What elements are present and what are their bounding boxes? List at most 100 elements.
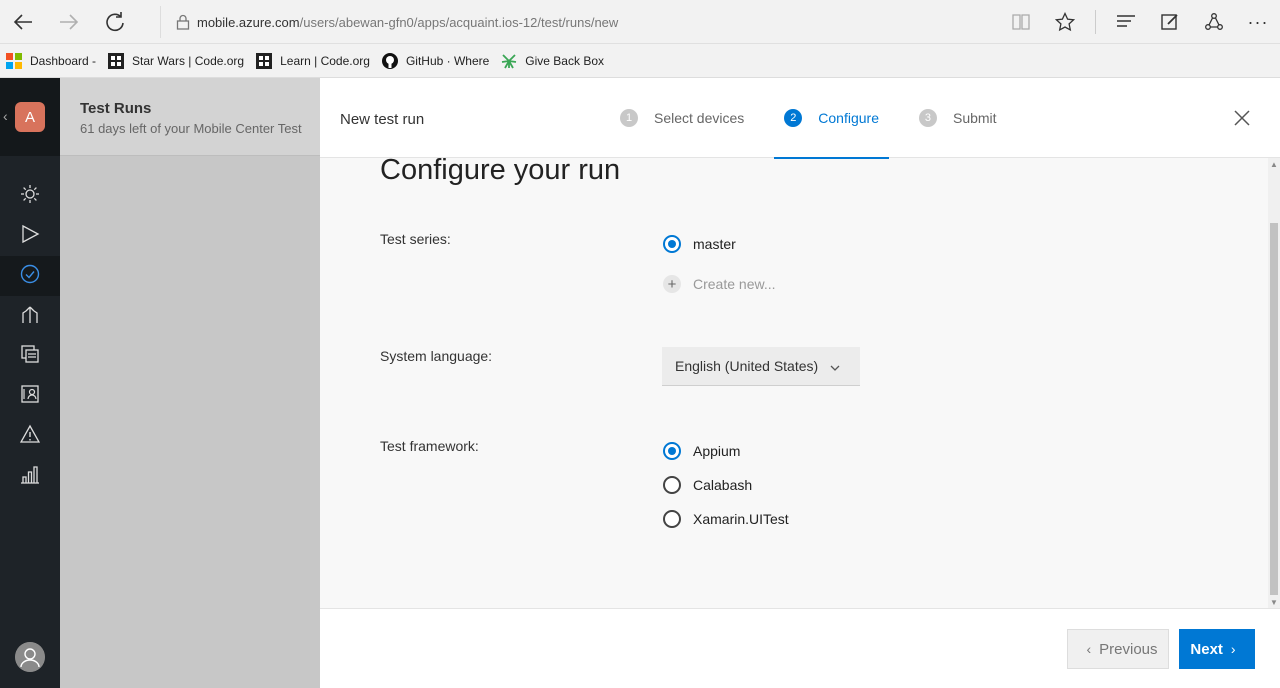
sun-icon [20,184,40,209]
modal-content: Configure your run Test series: master +… [320,158,1268,608]
web-note-icon[interactable] [1148,0,1192,44]
app-avatar[interactable]: A [15,102,45,132]
favorite-star-icon[interactable] [1043,0,1087,44]
favorite-label: Dashboard - [30,53,97,68]
radio-button[interactable] [663,510,681,528]
favorite-star-wars[interactable]: Star Wars | Code.org [108,52,245,69]
scrollbar-thumb[interactable] [1270,223,1278,595]
address-bar[interactable]: mobile.azure.com/users/abewan-gfn0/apps/… [160,6,1020,38]
test-framework-label: Test framework: [380,438,479,454]
check-circle-icon [20,264,40,289]
forward-arrow-icon[interactable] [46,0,92,44]
step-configure[interactable]: 2 Configure [774,78,889,159]
codeorg-icon [256,52,273,69]
favorite-label: Learn | Code.org [280,53,370,68]
bar-chart-icon [20,464,40,489]
reading-view-icon[interactable] [999,0,1043,44]
favorite-learn[interactable]: Learn | Code.org [256,52,370,69]
browser-toolbar: mobile.azure.com/users/abewan-gfn0/apps/… [0,0,1280,44]
share-icon[interactable] [1192,0,1236,44]
nav-identity[interactable] [0,376,60,416]
nav-crashes[interactable] [0,416,60,456]
step-label: Configure [818,110,879,126]
step-submit[interactable]: 3 Submit [909,78,1007,158]
step-number: 2 [784,109,803,127]
chevron-left-icon[interactable]: ‹ [3,108,8,124]
radio-label: Calabash [693,477,753,493]
step-label: Select devices [654,110,745,126]
giveback-icon [501,53,517,69]
radio-xamarin-uitest[interactable]: Xamarin.UITest [663,510,789,528]
nav-distribute[interactable] [0,296,60,336]
modal-title: New test run [340,111,425,128]
modal-footer: ‹ Previous Next › [320,608,1280,688]
user-avatar[interactable] [15,642,45,672]
system-language-select[interactable]: English (United States) [662,347,860,386]
toolbar-separator [1095,10,1096,34]
chevron-left-icon: ‹ [1086,641,1092,657]
refresh-icon[interactable] [92,0,138,44]
url-path: /users/abewan-gfn0/apps/acquaint.ios-12/… [299,14,619,30]
radio-label: master [693,236,736,252]
radio-label: Appium [693,443,741,459]
page-subtitle: 61 days left of your Mobile Center Test [80,121,302,136]
github-icon [381,52,398,69]
radio-appium[interactable]: Appium [663,442,740,460]
wizard-steps: 1 Select devices 2 Configure 3 Submit [610,78,1007,159]
play-icon [20,224,40,249]
app-header: ‹ A [0,78,60,156]
nav-build[interactable] [0,216,60,256]
back-arrow-icon[interactable] [0,0,46,44]
radio-label: Xamarin.UITest [693,511,789,527]
nav-test[interactable] [0,256,60,296]
radio-button[interactable] [663,476,681,494]
radio-calabash[interactable]: Calabash [663,476,752,494]
next-label: Next [1190,640,1223,658]
radio-button[interactable] [663,235,681,253]
hub-icon[interactable] [1104,0,1148,44]
previous-label: Previous [1099,640,1158,658]
windows-logo-icon [6,52,22,69]
nav-crashes-reports[interactable] [0,336,60,376]
step-select-devices[interactable]: 1 Select devices [610,78,754,158]
codeorg-icon [108,52,125,69]
configure-heading: Configure your run [380,158,621,186]
favorite-label: Star Wars | Code.org [132,53,245,68]
favorite-label: GitHub · Where [405,53,490,68]
favorite-github[interactable]: GitHub · Where [381,52,490,69]
close-icon[interactable] [1232,108,1252,128]
favorite-label: Give Back Box [525,53,604,68]
page-title: Test Runs [80,100,152,117]
create-new-series[interactable]: + Create new... [663,275,776,293]
content-scrollbar[interactable]: ▲ ▼ [1268,158,1280,608]
distribute-icon [20,304,40,329]
nav-analytics[interactable] [0,456,60,496]
radio-button[interactable] [663,442,681,460]
step-number: 1 [620,109,638,127]
scroll-down-arrow-icon[interactable]: ▼ [1268,596,1280,608]
radio-master[interactable]: master [663,235,736,253]
favorite-dashboard[interactable]: Dashboard - [6,52,97,69]
step-label: Submit [952,110,997,126]
step-number: 3 [918,109,937,127]
stack-icon [20,344,40,369]
background-page-overlay: Test Runs 61 days left of your Mobile Ce… [60,78,320,688]
left-nav: ‹ A [0,78,60,688]
nav-getting-started[interactable] [0,176,60,216]
lock-icon [169,14,197,30]
chevron-down-icon [830,358,840,374]
select-value: English (United States) [675,358,819,374]
favorite-give-back-box[interactable]: Give Back Box [501,53,604,69]
scroll-up-arrow-icon[interactable]: ▲ [1268,158,1280,170]
create-new-label: Create new... [693,276,776,292]
url-host: mobile.azure.com [197,14,300,30]
background-page-header: Test Runs 61 days left of your Mobile Ce… [60,78,320,156]
test-series-label: Test series: [380,231,451,247]
previous-button[interactable]: ‹ Previous [1067,629,1169,669]
contact-card-icon [20,384,40,409]
system-language-label: System language: [380,348,493,364]
modal-header: New test run 1 Select devices 2 Configur… [320,78,1280,159]
more-icon[interactable]: ··· [1236,0,1280,44]
favorites-bar: Dashboard - Star Wars | Code.org Learn |… [0,44,1280,78]
next-button[interactable]: Next › [1179,629,1255,669]
